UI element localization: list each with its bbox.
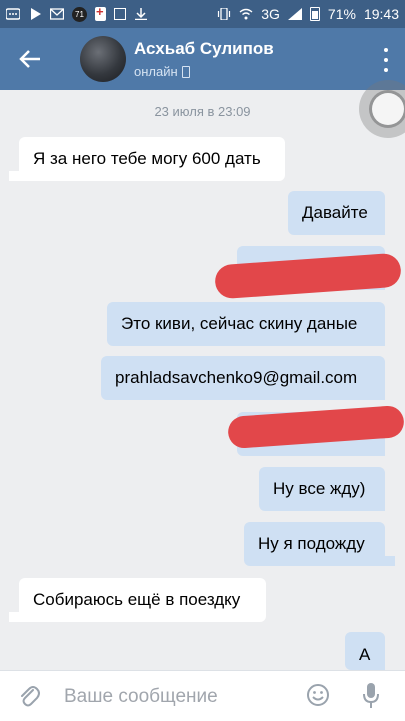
- bubble-tail: [9, 612, 19, 622]
- messages-icon: [6, 8, 20, 20]
- message-composer: [0, 670, 405, 721]
- avatar[interactable]: [80, 36, 126, 82]
- contact-status: онлайн: [134, 64, 190, 79]
- microphone-icon[interactable]: [362, 682, 380, 710]
- status-bar: 71 3G 71% 19:43: [0, 0, 405, 28]
- battery-percent: 71%: [327, 6, 356, 22]
- message-incoming[interactable]: Собираюсь ещё в поездку: [19, 578, 266, 622]
- message-outgoing[interactable]: prahladsavchenko9@gmail.com: [101, 356, 385, 400]
- message-outgoing[interactable]: А: [345, 632, 385, 670]
- paperclip-icon[interactable]: [18, 683, 40, 709]
- message-text: Собираюсь ещё в поездку: [33, 590, 241, 609]
- clock: 19:43: [363, 6, 399, 22]
- bubble-tail: [385, 556, 395, 566]
- message-text: Ну все жду): [273, 479, 366, 498]
- health-icon: [95, 4, 106, 21]
- emoji-icon[interactable]: [306, 683, 330, 707]
- message-text: prahladsavchenko9@gmail.com: [115, 368, 358, 387]
- status-bar-system: 3G 71% 19:43: [217, 6, 399, 22]
- battery-icon: [309, 7, 320, 21]
- online-status-text: онлайн: [134, 64, 178, 79]
- vibrate-icon: [218, 8, 231, 20]
- back-arrow-icon[interactable]: [16, 45, 46, 73]
- more-menu-icon[interactable]: [381, 48, 391, 72]
- contact-name[interactable]: Асхьаб Сулипов: [134, 39, 274, 59]
- message-input[interactable]: [62, 681, 296, 713]
- message-text: Это киви, сейчас скину даные: [121, 314, 358, 333]
- notification-badge-icon: 71: [72, 6, 87, 22]
- message-text: Ну я подожду: [258, 534, 365, 553]
- network-type: 3G: [261, 6, 280, 22]
- bubble-tail: [9, 171, 19, 181]
- message-text: А: [359, 645, 371, 664]
- chat-header: Асхьаб Сулипов онлайн: [0, 28, 405, 90]
- status-bar-notifications: 71: [6, 4, 148, 22]
- message-text: Давайте: [302, 203, 368, 222]
- floating-assistive-button[interactable]: [359, 80, 405, 138]
- wifi-icon: [239, 8, 253, 20]
- date-separator: 23 июля в 23:09: [154, 104, 251, 119]
- download-icon: [135, 8, 147, 20]
- message-outgoing[interactable]: Это киви, сейчас скину даные: [107, 302, 385, 346]
- signal-icon: [287, 8, 302, 20]
- message-outgoing[interactable]: Давайте: [288, 191, 385, 235]
- mail-icon: [50, 8, 64, 20]
- play-icon: [31, 8, 41, 20]
- gallery-icon: [114, 8, 126, 20]
- message-outgoing[interactable]: Ну все жду): [259, 467, 385, 511]
- mobile-icon: [181, 65, 190, 78]
- message-text: Я за него тебе могу 600 дать: [33, 149, 261, 168]
- message-incoming[interactable]: Я за него тебе могу 600 дать: [19, 137, 285, 181]
- message-outgoing[interactable]: Ну я подожду: [244, 522, 385, 566]
